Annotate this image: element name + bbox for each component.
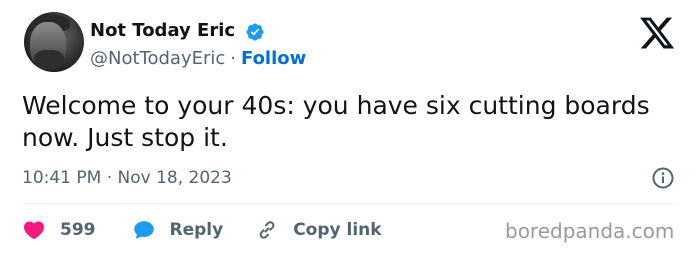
author-handle[interactable]: @NotTodayEric [90,48,225,69]
avatar[interactable] [24,12,84,72]
watermark: boredpanda.com [505,219,675,243]
tweet-text: Welcome to your 40s: you have six cuttin… [22,91,650,152]
copy-link-label: Copy link [293,220,382,240]
tweet-card: Not Today Eric @NotTodayEric · Follow Welc… [0,0,700,256]
like-button[interactable]: 599 [22,218,96,242]
info-icon[interactable] [651,166,675,190]
copy-link-button[interactable]: Copy link [255,218,382,242]
like-count: 599 [60,220,96,240]
divider [22,203,678,204]
follow-button[interactable]: Follow [241,48,306,69]
author-handle-row: @NotTodayEric · Follow [90,47,306,71]
reply-bubble-icon [133,221,154,239]
avatar-beard [34,50,64,70]
reply-label: Reply [169,220,224,240]
verified-badge-icon [246,23,264,41]
author-display-name[interactable]: Not Today Eric [90,19,235,43]
separator-dot: · [230,48,236,69]
link-icon [259,221,275,239]
x-logo-icon[interactable] [637,14,677,52]
action-bar: 599 Reply Copy link [22,216,382,244]
heart-icon [23,221,45,240]
reply-button[interactable]: Reply [132,218,224,242]
tweet-timestamp[interactable]: 10:41 PM · Nov 18, 2023 [22,166,232,190]
